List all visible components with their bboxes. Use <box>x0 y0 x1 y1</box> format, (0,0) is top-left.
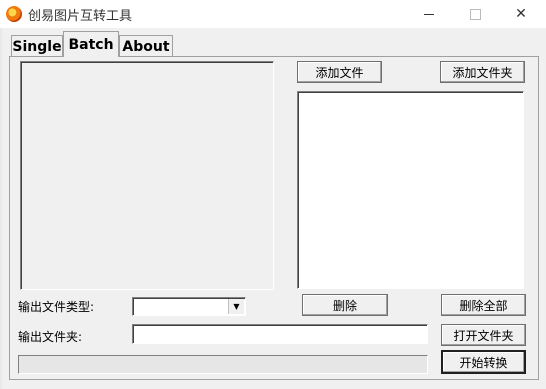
preview-area <box>20 61 274 290</box>
background-window-edge <box>0 28 2 389</box>
dropdown-arrow-icon[interactable]: ▼ <box>228 299 244 314</box>
add-file-button[interactable]: 添加文件 <box>297 61 382 83</box>
tab-batch-label: Batch <box>68 36 114 53</box>
start-convert-button[interactable]: 开始转换 <box>441 350 526 374</box>
progress-bar <box>18 355 428 374</box>
output-folder-label: 输出文件夹: <box>18 330 83 344</box>
tab-about[interactable]: About <box>119 35 173 57</box>
app-logo-icon <box>6 6 22 22</box>
tab-batch[interactable]: Batch <box>63 31 119 57</box>
title-bar: 创易图片互转工具 ✕ <box>0 0 546 28</box>
output-type-label: 输出文件类型: <box>18 300 95 314</box>
tab-single[interactable]: Single <box>11 35 63 57</box>
open-folder-button[interactable]: 打开文件夹 <box>441 324 526 346</box>
minimize-button[interactable] <box>406 0 452 28</box>
delete-all-button[interactable]: 删除全部 <box>441 294 526 316</box>
output-folder-input[interactable] <box>132 324 428 344</box>
add-folder-button[interactable]: 添加文件夹 <box>440 61 525 83</box>
close-button[interactable]: ✕ <box>498 0 544 28</box>
maximize-icon <box>469 8 481 20</box>
tab-single-label: Single <box>12 38 62 55</box>
minimize-icon <box>424 13 434 15</box>
window-title: 创易图片互转工具 <box>28 9 133 24</box>
close-icon: ✕ <box>515 6 527 22</box>
delete-button[interactable]: 删除 <box>302 294 388 316</box>
tab-about-label: About <box>122 38 170 55</box>
output-type-select[interactable]: ▼ <box>132 297 246 316</box>
maximize-button[interactable] <box>452 0 498 28</box>
file-list[interactable] <box>297 91 524 289</box>
